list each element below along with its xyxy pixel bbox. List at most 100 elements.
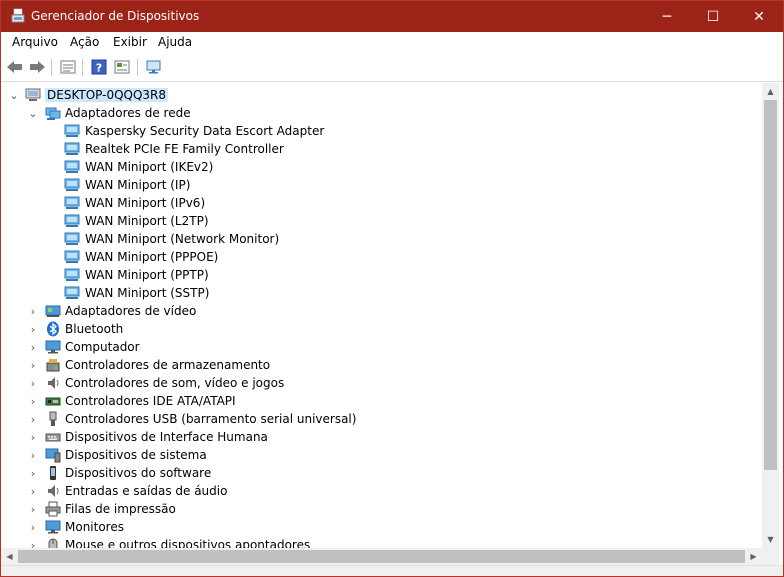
toolbar-separator [137,59,138,76]
network-adapter-icon [64,196,80,209]
category-storage-controllers[interactable]: › Controladores de armazenamento [1,356,762,374]
expand-icon[interactable]: › [25,464,41,482]
toolbar-separator [51,59,52,76]
expand-icon[interactable]: › [25,356,41,374]
expand-icon[interactable]: › [25,500,41,518]
category-display-adapters[interactable]: › Adaptadores de vídeo [1,302,762,320]
properties-button[interactable] [58,57,78,77]
expand-icon[interactable]: › [25,410,41,428]
expand-icon[interactable]: › [25,518,41,536]
scroll-down-icon[interactable]: ▼ [762,531,779,548]
expand-icon[interactable]: › [25,536,41,549]
category-label: Entradas e saídas de áudio [65,484,228,498]
speaker-icon [48,377,59,389]
category-label: Computador [65,340,140,354]
category-label: Adaptadores de rede [65,106,191,120]
category-print-queues[interactable]: › Filas de impressão [1,500,762,518]
expand-icon[interactable]: › [25,338,41,356]
scroll-up-icon[interactable]: ▲ [762,83,779,100]
menu-exibir[interactable]: Exibir [113,35,147,49]
ide-controller-icon [45,397,61,406]
maximize-button[interactable]: ☐ [690,1,736,32]
help-button[interactable]: ? [89,57,109,77]
network-adapter-icon [64,142,80,155]
category-label: Controladores USB (barramento serial uni… [65,412,357,426]
device-item[interactable]: WAN Miniport (Network Monitor) [1,230,762,248]
vertical-scrollbar[interactable]: ▲ ▼ [762,83,779,548]
network-adapter-icon [64,124,80,137]
category-audio-io[interactable]: › Entradas e saídas de áudio [1,482,762,500]
device-item[interactable]: WAN Miniport (IPv6) [1,194,762,212]
minimize-button[interactable]: ─ [644,1,690,32]
category-label: Bluetooth [65,322,124,336]
category-label: Dispositivos do software [65,466,212,480]
expand-icon[interactable]: › [25,320,41,338]
category-bluetooth[interactable]: › Bluetooth [1,320,762,338]
expand-icon[interactable]: › [25,428,41,446]
close-icon: ✕ [753,8,765,25]
system-device-icon [45,448,61,463]
menu-ajuda[interactable]: Ajuda [158,35,192,49]
back-button[interactable] [5,57,25,77]
computer-icon [25,88,41,101]
device-label: WAN Miniport (SSTP) [85,286,210,300]
device-item[interactable]: WAN Miniport (L2TP) [1,212,762,230]
device-manager-icon [11,8,25,23]
monitor-icon [45,340,61,354]
category-system-devices[interactable]: › Dispositivos de sistema [1,446,762,464]
expand-icon[interactable]: › [25,446,41,464]
title-bar[interactable]: Gerenciador de Dispositivos ─ ☐ ✕ [1,1,783,32]
device-item[interactable]: Realtek PCIe FE Family Controller [1,140,762,158]
menu-arquivo[interactable]: Arquivo [12,35,58,49]
device-item[interactable]: WAN Miniport (PPPOE) [1,248,762,266]
vertical-scroll-thumb[interactable] [764,100,777,470]
forward-button[interactable] [27,57,47,77]
network-adapter-icon [64,268,80,281]
update-driver-button[interactable] [112,57,132,77]
device-label: WAN Miniport (IP) [85,178,191,192]
back-icon [7,61,22,73]
category-computer[interactable]: › Computador [1,338,762,356]
category-mice[interactable]: › Mouse e outros dispositivos apontadore… [1,536,762,548]
category-usb-controllers[interactable]: › Controladores USB (barramento serial u… [1,410,762,428]
svg-text:?: ? [96,62,102,75]
device-tree[interactable]: ⌄ DESKTOP-0QQQ3R8 ⌄ Adaptadores de rede … [1,83,762,548]
close-button[interactable]: ✕ [736,1,782,32]
collapse-icon[interactable]: ⌄ [25,104,41,122]
device-item[interactable]: WAN Miniport (PPTP) [1,266,762,284]
category-hid[interactable]: › Dispositivos de Interface Humana [1,428,762,446]
expand-icon[interactable]: › [25,482,41,500]
horizontal-scroll-thumb[interactable] [18,550,745,563]
device-label: WAN Miniport (IPv6) [85,196,206,210]
network-adapter-icon [64,178,80,191]
category-network-adapters[interactable]: ⌄ Adaptadores de rede [1,104,762,122]
device-item[interactable]: WAN Miniport (IP) [1,176,762,194]
audio-io-icon [48,485,59,497]
device-label: WAN Miniport (PPTP) [85,268,209,282]
scroll-left-icon[interactable]: ◀ [1,548,18,565]
scroll-right-icon[interactable]: ▶ [745,548,762,565]
display-adapter-icon [45,305,61,317]
expand-icon[interactable]: › [25,392,41,410]
category-monitors[interactable]: › Monitores [1,518,762,536]
scrollbar-corner [762,548,779,565]
horizontal-scrollbar[interactable]: ◀ ▶ [1,548,762,565]
software-device-icon [50,466,56,480]
device-item[interactable]: WAN Miniport (SSTP) [1,284,762,302]
category-software-devices[interactable]: › Dispositivos do software [1,464,762,482]
device-item[interactable]: Kaspersky Security Data Escort Adapter [1,122,762,140]
category-sound-video-game[interactable]: › Controladores de som, vídeo e jogos [1,374,762,392]
network-adapter-icon [64,232,80,245]
tree-root[interactable]: ⌄ DESKTOP-0QQQ3R8 [1,86,762,104]
category-ide-ata-atapi[interactable]: › Controladores IDE ATA/ATAPI [1,392,762,410]
computer-name[interactable]: DESKTOP-0QQQ3R8 [45,88,169,102]
collapse-icon[interactable]: ⌄ [6,86,22,104]
category-label: Controladores de armazenamento [65,358,271,372]
menu-acao[interactable]: Ação [70,35,99,49]
scan-hardware-button[interactable] [144,57,164,77]
network-adapter-icon [64,160,80,173]
device-item[interactable]: WAN Miniport (IKEv2) [1,158,762,176]
category-label: Monitores [65,520,124,534]
expand-icon[interactable]: › [25,302,41,320]
expand-icon[interactable]: › [25,374,41,392]
